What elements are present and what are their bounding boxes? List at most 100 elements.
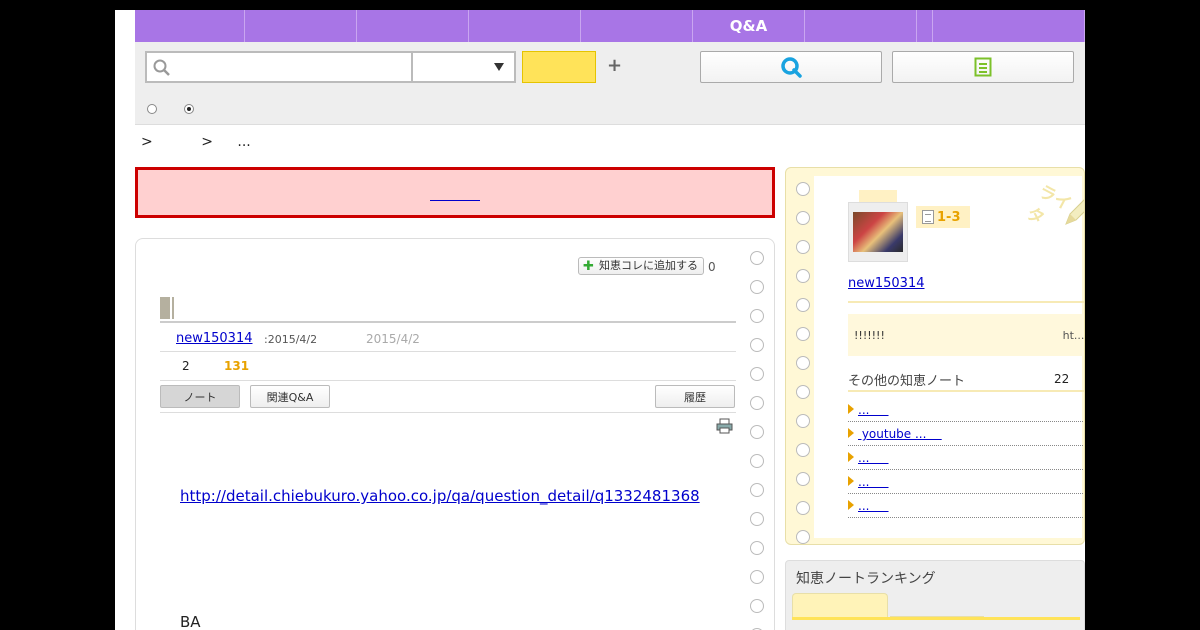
nav-tab-8[interactable] [933,10,1085,42]
note-count-icon [922,210,934,224]
tab-history[interactable]: 履歴 [655,385,735,408]
update-date: 2015/4/2 [366,332,420,346]
note-icon [974,57,992,77]
nav-tab-1[interactable] [245,10,357,42]
category-select[interactable] [412,51,516,83]
sidebar-author-link[interactable]: new150314 [848,276,925,291]
binder-ring [796,211,810,225]
triangle-bullet-icon [848,428,854,438]
search-scope-radio-1[interactable] [147,104,157,114]
breadcrumb-sep-1[interactable]: > [141,134,153,150]
breadcrumb-sep-2[interactable]: > [201,134,213,150]
search-input[interactable] [177,56,407,78]
ranking-tab-1[interactable] [792,593,888,617]
plus-button[interactable]: + [607,55,622,76]
binder-ring [750,570,764,584]
list-item: youtube ... [848,422,1084,446]
ranking-panel: 知恵ノートランキング [785,560,1085,630]
other-notes-header: その他の知恵ノート 22 [848,370,1084,392]
other-notes-label: その他の知恵ノート [848,374,966,389]
tab-note[interactable]: ノート [160,385,240,408]
author-profile-text: !!!!!!! ht...[] [848,314,1084,356]
note-title-bar [160,295,736,323]
print-icon[interactable] [716,418,734,434]
other-note-link[interactable]: ... [858,475,889,489]
binder-ring [796,443,810,457]
triangle-bullet-icon [848,404,854,414]
nav-tab-3[interactable] [469,10,581,42]
list-item: ... [848,494,1084,518]
other-notes-list: ... youtube ... ... ... ... [848,398,1084,518]
note-tabs: ノート 関連Q&A 履歴 [160,385,736,413]
binder-ring [796,501,810,515]
other-note-link[interactable]: ... [858,403,889,417]
other-notes-count: 22 [1054,372,1070,386]
plus-icon: ✚ [583,259,594,274]
write-note-button[interactable] [892,51,1074,83]
profile-text-end[interactable]: ht...[] [1063,329,1084,342]
body-text-ba: BA [180,613,201,630]
binder-ring [750,599,764,613]
question-q-icon [781,57,802,78]
triangle-bullet-icon [848,452,854,462]
breadcrumb: > > ... [141,134,271,150]
nav-tab-2[interactable] [357,10,469,42]
binder-ring [796,472,810,486]
nav-tab-4[interactable] [581,10,693,42]
triangle-bullet-icon [848,500,854,510]
search-scope-radio-2[interactable] [184,104,194,114]
list-item: ... [848,446,1084,470]
page: Q&A + > > ... ✚ 知恵コレに追加する 0 new150314:2… [115,10,1085,630]
divider [848,301,1084,303]
collection-count: 0 [708,260,716,274]
binder-ring [796,327,810,341]
binder-ring [750,541,764,555]
binder-ring [750,512,764,526]
other-note-link[interactable]: ... [858,451,889,465]
add-collection-button[interactable]: ✚ 知恵コレに追加する [578,257,704,275]
notes-range: 1-3 [937,209,961,225]
nav-tab-6[interactable] [805,10,917,42]
title-marker [160,297,170,319]
more-link[interactable]: [] [1084,523,1085,536]
stat-count: 2 [182,359,190,373]
post-date: :2015/4/2 [264,333,318,346]
other-note-link[interactable]: youtube ... [858,427,942,441]
binder-ring [750,454,764,468]
search-icon [153,59,170,76]
binder-ring [796,269,810,283]
search-button[interactable] [522,51,596,83]
author-link[interactable]: new150314 [176,331,253,346]
nav-tab-0[interactable] [135,10,245,42]
profile-text-start: !!!!!!! [854,329,885,342]
body-question-link[interactable]: http://detail.chiebukuro.yahoo.co.jp/qa/… [180,487,720,506]
ask-question-button[interactable] [700,51,882,83]
binder-ring [796,356,810,370]
triangle-bullet-icon [848,476,854,486]
binder-ring [796,240,810,254]
binder-ring [750,367,764,381]
nav-tab-5[interactable]: Q&A [693,10,805,42]
notes-range-badge: 1-3 [916,206,970,228]
note-meta: new150314 :2015/4/2 2015/4/2 [160,325,736,352]
binder-ring [750,396,764,410]
tab-related-qa[interactable]: 関連Q&A [250,385,330,408]
sidebar-inner: 1-3 ライタ new150314 !!!!!!! ht...[] その他の知恵… [814,176,1085,538]
alert-link[interactable] [430,187,480,201]
list-item: ... [848,398,1084,422]
binder-ring [796,182,810,196]
search-box[interactable] [145,51,412,83]
top-nav: Q&A [135,10,1085,42]
avatar[interactable] [848,202,908,262]
search-area: + [135,42,1085,125]
avatar-image [853,212,903,252]
breadcrumb-current: ... [237,134,251,150]
binder-ring [750,309,764,323]
binder-ring [796,530,810,544]
other-note-link[interactable]: ... [858,499,889,513]
author-sidebar: 1-3 ライタ new150314 !!!!!!! ht...[] その他の知恵… [785,167,1085,545]
nav-tab-7[interactable] [917,10,933,42]
binder-rings [750,251,764,630]
chevron-down-icon [494,63,504,71]
binder-ring [750,251,764,265]
